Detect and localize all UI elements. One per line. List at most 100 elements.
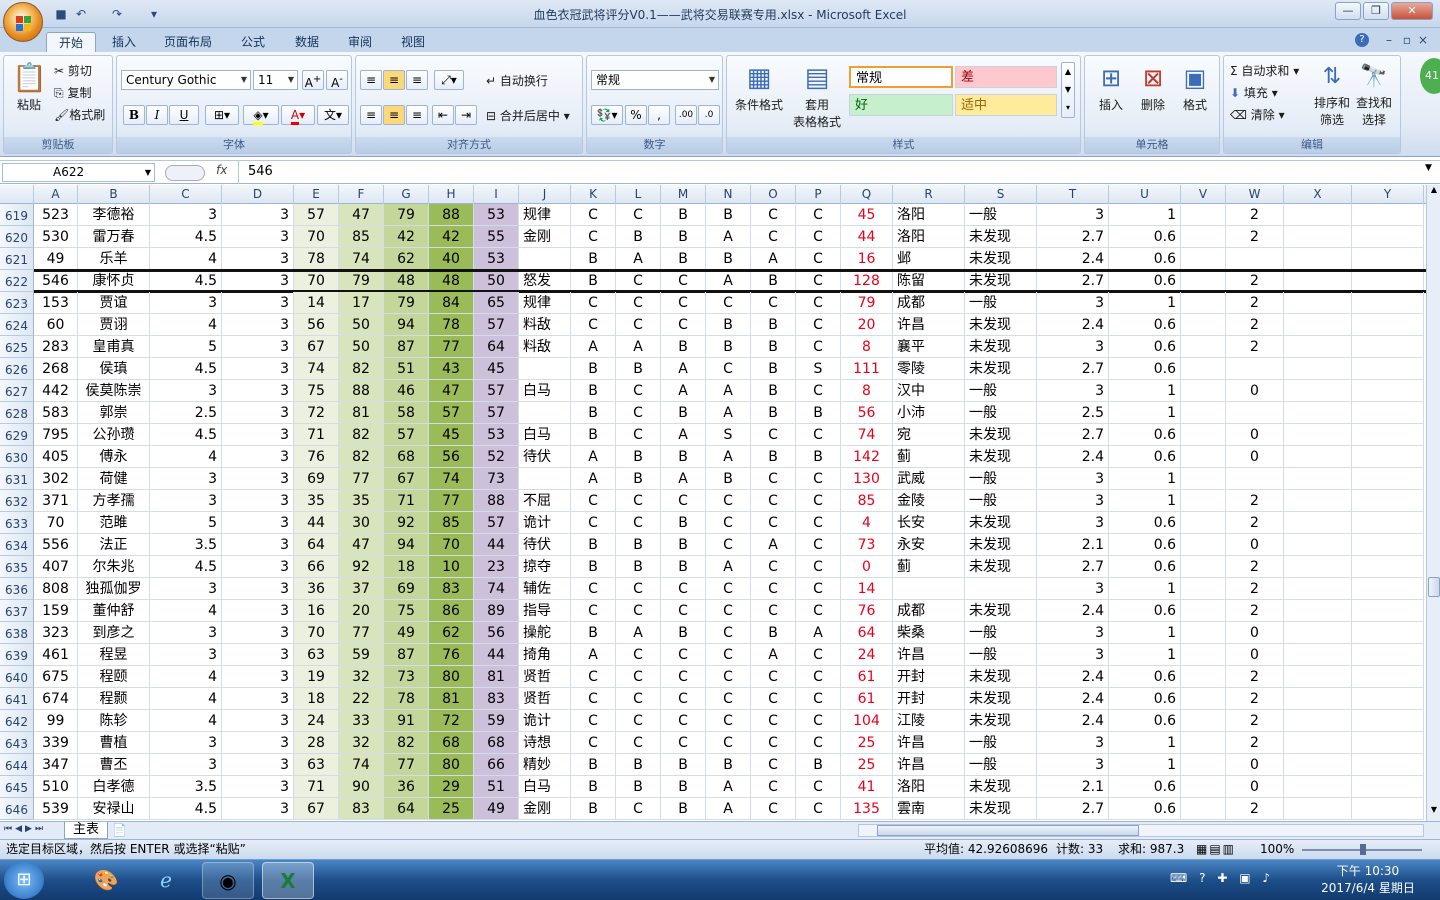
cell-b-619[interactable]: 李德裕 xyxy=(78,204,150,226)
cell-m-636[interactable]: C xyxy=(661,578,706,600)
cell-r-640[interactable]: 开封 xyxy=(893,666,965,688)
sheet-tab-main[interactable]: 主表 xyxy=(64,822,108,839)
cell-a-638[interactable]: 323 xyxy=(34,622,78,644)
cell-s-625[interactable]: 未发现 xyxy=(965,336,1037,358)
select-all-corner[interactable] xyxy=(0,185,34,204)
cell-d-641[interactable]: 3 xyxy=(222,688,294,710)
grow-font-button[interactable]: A+ xyxy=(302,70,324,90)
close-button[interactable]: ✕ xyxy=(1391,2,1433,20)
cell-g-632[interactable]: 71 xyxy=(384,490,429,512)
cell-h-631[interactable]: 74 xyxy=(429,468,474,490)
cell-n-635[interactable]: A xyxy=(706,556,751,578)
cell-q-624[interactable]: 20 xyxy=(841,314,893,336)
cell-j-643[interactable]: 诗想 xyxy=(519,732,571,754)
cell-s-623[interactable]: 一般 xyxy=(965,292,1037,314)
cell-j-623[interactable]: 规律 xyxy=(519,292,571,314)
cell-s-622[interactable]: 未发现 xyxy=(965,270,1037,292)
cell-i-629[interactable]: 53 xyxy=(474,424,519,446)
cell-t-646[interactable]: 2.7 xyxy=(1037,798,1109,820)
scroll-up-icon[interactable]: ▲ xyxy=(1428,185,1440,199)
cell-a-619[interactable]: 523 xyxy=(34,204,78,226)
cell-o-630[interactable]: B xyxy=(751,446,796,468)
cell-p-639[interactable]: C xyxy=(796,644,841,666)
cell-j-639[interactable]: 掎角 xyxy=(519,644,571,666)
cell-v-645[interactable] xyxy=(1181,776,1226,798)
underline-button[interactable]: U xyxy=(169,105,199,125)
cell-p-623[interactable]: C xyxy=(796,292,841,314)
cell-g-619[interactable]: 79 xyxy=(384,204,429,226)
cell-g-621[interactable]: 62 xyxy=(384,248,429,270)
cell-f-635[interactable]: 92 xyxy=(339,556,384,578)
cell-j-638[interactable]: 操舵 xyxy=(519,622,571,644)
row-header[interactable]: 622 xyxy=(0,270,34,292)
cell-y-621[interactable] xyxy=(1352,248,1424,270)
cell-p-641[interactable]: C xyxy=(796,688,841,710)
cell-q-643[interactable]: 25 xyxy=(841,732,893,754)
cell-h-632[interactable]: 77 xyxy=(429,490,474,512)
cell-g-629[interactable]: 57 xyxy=(384,424,429,446)
style-normal[interactable]: 常规 xyxy=(849,66,953,88)
cell-c-642[interactable]: 4 xyxy=(150,710,222,732)
maximize-button[interactable]: ❐ xyxy=(1363,2,1389,20)
cell-w-645[interactable]: 0 xyxy=(1226,776,1284,798)
cell-y-637[interactable] xyxy=(1352,600,1424,622)
cell-c-625[interactable]: 5 xyxy=(150,336,222,358)
cell-x-630[interactable] xyxy=(1284,446,1352,468)
cell-v-621[interactable] xyxy=(1181,248,1226,270)
cell-y-642[interactable] xyxy=(1352,710,1424,732)
cell-h-636[interactable]: 83 xyxy=(429,578,474,600)
cell-w-638[interactable]: 0 xyxy=(1226,622,1284,644)
help-icon[interactable]: ? xyxy=(1355,33,1369,47)
cell-l-638[interactable]: A xyxy=(616,622,661,644)
cell-y-620[interactable] xyxy=(1352,226,1424,248)
style-bad[interactable]: 差 xyxy=(955,66,1057,88)
cell-q-622[interactable]: 128 xyxy=(841,270,893,292)
cell-m-623[interactable]: C xyxy=(661,292,706,314)
cell-n-645[interactable]: A xyxy=(706,776,751,798)
cell-w-627[interactable]: 0 xyxy=(1226,380,1284,402)
zoom-level[interactable]: 100% xyxy=(1260,840,1294,859)
cell-y-643[interactable] xyxy=(1352,732,1424,754)
cell-f-633[interactable]: 30 xyxy=(339,512,384,534)
merge-center-button[interactable]: ⊟ 合并后居中 ▾ xyxy=(486,107,570,124)
cell-h-641[interactable]: 81 xyxy=(429,688,474,710)
cell-r-634[interactable]: 永安 xyxy=(893,534,965,556)
cell-w-626[interactable] xyxy=(1226,358,1284,380)
cell-f-622[interactable]: 79 xyxy=(339,270,384,292)
cell-b-640[interactable]: 程颐 xyxy=(78,666,150,688)
cell-f-646[interactable]: 83 xyxy=(339,798,384,820)
cell-f-620[interactable]: 85 xyxy=(339,226,384,248)
cell-n-643[interactable]: C xyxy=(706,732,751,754)
cell-x-619[interactable] xyxy=(1284,204,1352,226)
cell-e-619[interactable]: 57 xyxy=(294,204,339,226)
cell-j-642[interactable]: 诡计 xyxy=(519,710,571,732)
cell-c-635[interactable]: 4.5 xyxy=(150,556,222,578)
cell-u-634[interactable]: 0.6 xyxy=(1109,534,1181,556)
cell-x-620[interactable] xyxy=(1284,226,1352,248)
cell-q-628[interactable]: 56 xyxy=(841,402,893,424)
cell-u-639[interactable]: 1 xyxy=(1109,644,1181,666)
cell-d-646[interactable]: 3 xyxy=(222,798,294,820)
row-header[interactable]: 646 xyxy=(0,798,34,820)
cell-c-629[interactable]: 4.5 xyxy=(150,424,222,446)
cell-d-622[interactable]: 3 xyxy=(222,270,294,292)
cell-h-646[interactable]: 25 xyxy=(429,798,474,820)
cell-l-640[interactable]: C xyxy=(616,666,661,688)
cell-d-626[interactable]: 3 xyxy=(222,358,294,380)
cell-e-621[interactable]: 78 xyxy=(294,248,339,270)
cell-q-645[interactable]: 41 xyxy=(841,776,893,798)
cell-m-621[interactable]: B xyxy=(661,248,706,270)
cell-i-630[interactable]: 52 xyxy=(474,446,519,468)
cell-h-635[interactable]: 10 xyxy=(429,556,474,578)
cell-a-644[interactable]: 347 xyxy=(34,754,78,776)
cell-e-635[interactable]: 66 xyxy=(294,556,339,578)
cell-l-629[interactable]: C xyxy=(616,424,661,446)
cell-q-619[interactable]: 45 xyxy=(841,204,893,226)
cell-o-641[interactable]: C xyxy=(751,688,796,710)
row-header[interactable]: 628 xyxy=(0,402,34,424)
cell-k-635[interactable]: B xyxy=(571,556,616,578)
cell-g-637[interactable]: 75 xyxy=(384,600,429,622)
cell-i-646[interactable]: 49 xyxy=(474,798,519,820)
cell-l-635[interactable]: B xyxy=(616,556,661,578)
cell-l-637[interactable]: C xyxy=(616,600,661,622)
